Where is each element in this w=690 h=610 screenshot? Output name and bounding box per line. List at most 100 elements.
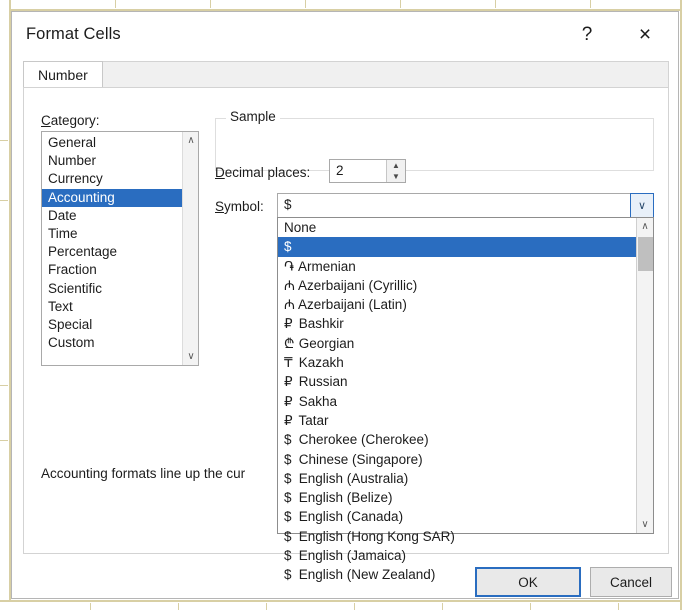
symbol-combobox[interactable]: $ ∨ bbox=[277, 193, 654, 218]
symbol-option-label: Kazakh bbox=[295, 355, 344, 370]
worksheet-tick bbox=[400, 0, 401, 8]
currency-symbol-glyph: ₾ bbox=[284, 334, 295, 353]
category-item-scientific[interactable]: Scientific bbox=[42, 280, 183, 298]
tab-strip: Number bbox=[23, 61, 669, 87]
worksheet-tick bbox=[618, 603, 619, 610]
worksheet-tick bbox=[305, 0, 306, 8]
symbol-option-label: Bashkir bbox=[295, 316, 344, 331]
spinner-up-icon[interactable]: ▲ bbox=[387, 160, 405, 171]
worksheet-tick bbox=[0, 385, 8, 386]
symbol-dropdown-items: None$֏ Armenian₼ Azerbaijani (Cyrillic)₼… bbox=[278, 218, 638, 585]
symbol-label: Symbol: bbox=[215, 199, 264, 214]
category-item-percentage[interactable]: Percentage bbox=[42, 243, 183, 261]
symbol-option-georgian[interactable]: ₾ Georgian bbox=[278, 334, 638, 353]
symbol-option-english-new-zealand[interactable]: $ English (New Zealand) bbox=[278, 565, 638, 584]
currency-symbol-glyph: ₽ bbox=[284, 392, 295, 411]
currency-symbol-glyph: $ bbox=[284, 469, 295, 488]
symbol-option-english-jamaica[interactable]: $ English (Jamaica) bbox=[278, 546, 638, 565]
symbol-option-label: None bbox=[284, 220, 316, 235]
worksheet-tick bbox=[266, 603, 267, 610]
symbol-option-english-canada[interactable]: $ English (Canada) bbox=[278, 507, 638, 526]
tab-number[interactable]: Number bbox=[23, 61, 103, 88]
symbol-option-sakha[interactable]: ₽ Sakha bbox=[278, 392, 638, 411]
spinner-down-icon[interactable]: ▼ bbox=[387, 171, 405, 182]
symbol-option-label: English (Belize) bbox=[295, 490, 393, 505]
symbol-option-label: Cherokee (Cherokee) bbox=[295, 432, 429, 447]
chevron-down-icon[interactable]: ∨ bbox=[630, 193, 654, 218]
symbol-option-option[interactable]: $ bbox=[278, 237, 638, 256]
symbol-option-label: Sakha bbox=[295, 394, 337, 409]
decimal-places-spin-buttons[interactable]: ▲ ▼ bbox=[386, 160, 405, 182]
close-icon[interactable]: × bbox=[626, 20, 664, 50]
worksheet-edge-bottom bbox=[0, 600, 690, 610]
symbol-dropdown-scrollbar[interactable]: ∧ ∨ bbox=[636, 218, 653, 533]
symbol-option-label: English (Australia) bbox=[295, 471, 408, 486]
currency-symbol-glyph: $ bbox=[284, 527, 295, 546]
worksheet-tick bbox=[178, 603, 179, 610]
help-icon[interactable]: ? bbox=[568, 20, 606, 50]
symbol-option-none[interactable]: None bbox=[278, 218, 638, 237]
category-item-accounting[interactable]: Accounting bbox=[42, 189, 183, 207]
symbol-option-russian[interactable]: ₽ Russian bbox=[278, 372, 638, 391]
decimal-places-value[interactable]: 2 bbox=[336, 163, 344, 178]
symbol-selected-value[interactable]: $ bbox=[284, 197, 292, 212]
decimal-places-label: Decimal places: bbox=[215, 165, 310, 180]
symbol-option-english-australia[interactable]: $ English (Australia) bbox=[278, 469, 638, 488]
number-tab-panel: Category: General Number Currency Accoun… bbox=[23, 87, 669, 554]
symbol-option-cherokee-cherokee[interactable]: $ Cherokee (Cherokee) bbox=[278, 430, 638, 449]
decimal-places-stepper[interactable]: 2 ▲ ▼ bbox=[329, 159, 406, 183]
currency-symbol-glyph: $ bbox=[284, 507, 295, 526]
symbol-option-tatar[interactable]: ₽ Tatar bbox=[278, 411, 638, 430]
worksheet-tick bbox=[115, 0, 116, 8]
symbol-option-chinese-singapore[interactable]: $ Chinese (Singapore) bbox=[278, 450, 638, 469]
scroll-up-icon[interactable]: ∧ bbox=[183, 132, 199, 149]
scroll-down-icon[interactable]: ∨ bbox=[637, 516, 653, 533]
category-item-custom[interactable]: Custom bbox=[42, 334, 183, 352]
symbol-option-azerbaijani-cyrillic[interactable]: ₼ Azerbaijani (Cyrillic) bbox=[278, 276, 638, 295]
decimal-places-label-rest: ecimal places: bbox=[225, 165, 311, 180]
currency-symbol-glyph: $ bbox=[284, 488, 295, 507]
scroll-up-icon[interactable]: ∧ bbox=[637, 218, 653, 235]
symbol-option-armenian[interactable]: ֏ Armenian bbox=[278, 257, 638, 276]
category-item-special[interactable]: Special bbox=[42, 316, 183, 334]
symbol-option-label: Russian bbox=[295, 374, 348, 389]
category-item-currency[interactable]: Currency bbox=[42, 170, 183, 188]
category-item-time[interactable]: Time bbox=[42, 225, 183, 243]
symbol-option-label: English (Hong Kong SAR) bbox=[295, 529, 455, 544]
category-item-date[interactable]: Date bbox=[42, 207, 183, 225]
currency-symbol-glyph: $ bbox=[284, 237, 295, 256]
category-label-rest: ategory: bbox=[51, 113, 100, 128]
category-item-fraction[interactable]: Fraction bbox=[42, 261, 183, 279]
category-item-general[interactable]: General bbox=[42, 134, 183, 152]
currency-symbol-glyph: ₼ bbox=[284, 276, 295, 295]
worksheet-tick bbox=[210, 0, 211, 8]
symbol-option-english-belize[interactable]: $ English (Belize) bbox=[278, 488, 638, 507]
worksheet-tick bbox=[90, 603, 91, 610]
category-item-number[interactable]: Number bbox=[42, 152, 183, 170]
dialog-title: Format Cells bbox=[26, 25, 121, 44]
currency-symbol-glyph: ₽ bbox=[284, 314, 295, 333]
symbol-option-bashkir[interactable]: ₽ Bashkir bbox=[278, 314, 638, 333]
symbol-option-english-hong-kong-sar[interactable]: $ English (Hong Kong SAR) bbox=[278, 527, 638, 546]
currency-symbol-glyph: $ bbox=[284, 430, 295, 449]
worksheet-tick bbox=[590, 0, 591, 8]
scrollbar-thumb[interactable] bbox=[638, 237, 653, 271]
currency-symbol-glyph: ₸ bbox=[284, 353, 295, 372]
currency-symbol-glyph: $ bbox=[284, 450, 295, 469]
dialog-titlebar: Format Cells ? × bbox=[12, 12, 678, 60]
symbol-dropdown-list[interactable]: None$֏ Armenian₼ Azerbaijani (Cyrillic)₼… bbox=[277, 217, 654, 534]
category-listbox[interactable]: General Number Currency Accounting Date … bbox=[41, 131, 199, 366]
tab-strip-background bbox=[23, 61, 669, 87]
currency-symbol-glyph: $ bbox=[284, 546, 295, 565]
currency-symbol-glyph: $ bbox=[284, 565, 295, 584]
worksheet-edge-right bbox=[680, 0, 690, 610]
category-item-text[interactable]: Text bbox=[42, 298, 183, 316]
worksheet-tick bbox=[354, 603, 355, 610]
symbol-option-azerbaijani-latin[interactable]: ₼ Azerbaijani (Latin) bbox=[278, 295, 638, 314]
currency-symbol-glyph: ₽ bbox=[284, 372, 295, 391]
category-scrollbar[interactable]: ∧ ∨ bbox=[182, 132, 198, 365]
scroll-down-icon[interactable]: ∨ bbox=[183, 348, 199, 365]
format-cells-dialog: Format Cells ? × Number Category: Genera… bbox=[11, 11, 679, 599]
category-items: General Number Currency Accounting Date … bbox=[42, 134, 183, 352]
symbol-option-kazakh[interactable]: ₸ Kazakh bbox=[278, 353, 638, 372]
